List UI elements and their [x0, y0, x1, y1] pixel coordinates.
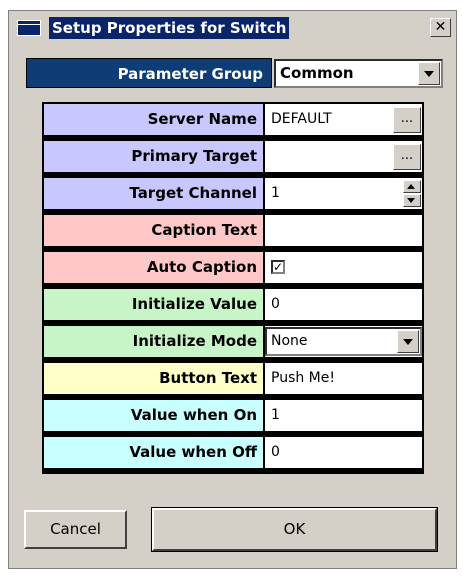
property-row-button-text: Button Text Push Me! — [43, 362, 423, 394]
close-icon: ✕ — [434, 19, 447, 35]
property-label: Auto Caption — [44, 252, 263, 283]
property-row-value-when-on: Value when On 1 — [43, 399, 423, 431]
auto-caption-field: ✓ — [265, 252, 422, 283]
property-row-server-name: Server Name DEFAULT ... — [43, 103, 423, 135]
target-channel-field[interactable]: 1 — [265, 178, 422, 209]
property-label: Primary Target — [44, 141, 263, 172]
title-bar: Setup Properties for Switch ✕ — [9, 11, 456, 42]
auto-caption-checkbox[interactable]: ✓ — [271, 260, 285, 274]
server-name-field[interactable]: DEFAULT ... — [265, 104, 422, 135]
spin-up-icon[interactable] — [403, 180, 421, 193]
initialize-mode-select[interactable]: None — [265, 326, 422, 357]
parameter-group-label: Parameter Group — [26, 58, 272, 88]
browse-button[interactable]: ... — [393, 144, 421, 170]
parameter-group-select[interactable]: Common — [274, 59, 443, 88]
value-when-on-field[interactable]: 1 — [265, 400, 422, 431]
property-label: Initialize Value — [44, 289, 263, 320]
initialize-value-field[interactable]: 0 — [265, 289, 422, 320]
property-label: Value when On — [44, 400, 263, 431]
property-value: None — [271, 333, 308, 349]
value-when-off-field[interactable]: 0 — [265, 437, 422, 468]
property-row-target-channel: Target Channel 1 — [43, 177, 423, 209]
property-row-auto-caption: Auto Caption ✓ — [43, 251, 423, 283]
property-label: Button Text — [44, 363, 263, 394]
window-title: Setup Properties for Switch — [49, 17, 290, 39]
property-value: 0 — [271, 296, 280, 312]
close-button[interactable]: ✕ — [430, 18, 451, 37]
primary-target-field[interactable]: ... — [265, 141, 422, 172]
property-value: 0 — [271, 444, 280, 460]
property-label: Server Name — [44, 104, 263, 135]
chevron-down-icon[interactable] — [418, 62, 440, 85]
ok-button[interactable]: OK — [151, 507, 438, 552]
property-value: Push Me! — [271, 370, 335, 386]
property-value: DEFAULT — [271, 111, 332, 127]
spin-down-icon[interactable] — [403, 194, 421, 207]
initialize-mode-dropdown[interactable]: None — [265, 327, 422, 356]
spin-control — [403, 180, 421, 207]
chevron-down-icon[interactable] — [397, 330, 419, 353]
property-label: Initialize Mode — [44, 326, 263, 357]
checkmark-icon: ✓ — [273, 260, 284, 274]
property-value: 1 — [271, 407, 280, 423]
button-text-field[interactable]: Push Me! — [265, 363, 422, 394]
parameter-group-value: Common — [280, 64, 354, 82]
property-row-primary-target: Primary Target ... — [43, 140, 423, 172]
property-row-initialize-mode: Initialize Mode None — [43, 325, 423, 357]
cancel-button[interactable]: Cancel — [24, 510, 127, 549]
property-label: Value when Off — [44, 437, 263, 468]
property-row-initialize-value: Initialize Value 0 — [43, 288, 423, 320]
property-label: Caption Text — [44, 215, 263, 246]
caption-text-field[interactable] — [265, 215, 422, 246]
property-grid: Server Name DEFAULT ... Primary Target .… — [42, 102, 424, 474]
property-value: 1 — [271, 185, 280, 201]
window-icon — [17, 20, 41, 36]
property-row-value-when-off: Value when Off 0 — [43, 436, 423, 468]
browse-button[interactable]: ... — [393, 107, 421, 133]
property-label: Target Channel — [44, 178, 263, 209]
property-row-caption-text: Caption Text — [43, 214, 423, 246]
